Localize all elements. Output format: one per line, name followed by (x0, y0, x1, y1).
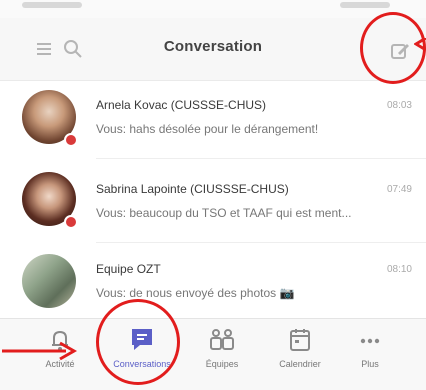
tab-label: Calendrier (279, 359, 321, 369)
conversation-item[interactable]: Equipe OZT Vous: de nous envoyé des phot… (0, 248, 426, 326)
status-strip (0, 0, 426, 18)
conversation-preview: Vous: beaucoup du TSO et TAAF qui est me… (96, 206, 352, 220)
divider (96, 158, 426, 159)
calendar-icon (286, 327, 314, 353)
teams-icon (208, 327, 236, 353)
conversation-preview: Vous: de nous envoyé des photos 📷 (96, 286, 295, 300)
tab-calendar[interactable]: Calendrier (260, 327, 340, 369)
conversation-name: Equipe OZT (96, 262, 161, 276)
tab-label: Plus (361, 359, 379, 369)
conversation-time: 08:10 (386, 264, 412, 275)
annotation-arrowhead-icon (414, 38, 426, 52)
tab-more[interactable]: Plus (330, 327, 410, 369)
avatar (22, 254, 76, 308)
conversation-item[interactable]: Sabrina Lapointe (CIUSSSE-CHUS) Vous: be… (0, 160, 426, 243)
status-icons-placeholder (340, 2, 390, 8)
presence-busy-icon (64, 215, 78, 229)
conversation-name: Arnela Kovac (CUSSSE-CHUS) (96, 98, 267, 112)
more-icon (356, 327, 384, 353)
conversation-name: Sabrina Lapointe (CIUSSSE-CHUS) (96, 182, 289, 196)
status-time-placeholder (22, 2, 82, 8)
conversation-time: 08:03 (386, 100, 412, 111)
presence-busy-icon (64, 133, 78, 147)
conversation-time: 07:49 (386, 184, 412, 195)
tab-label: Équipes (205, 359, 239, 369)
conversation-item[interactable]: Arnela Kovac (CUSSSE-CHUS) Vous: hahs dé… (0, 82, 426, 160)
conversation-preview: Vous: hahs désolée pour le dérangement! (96, 122, 319, 136)
divider (96, 242, 426, 243)
tab-teams[interactable]: Équipes (182, 327, 262, 369)
annotation-arrow-icon (2, 341, 78, 361)
annotation-circle-conversations-tab (96, 299, 180, 385)
